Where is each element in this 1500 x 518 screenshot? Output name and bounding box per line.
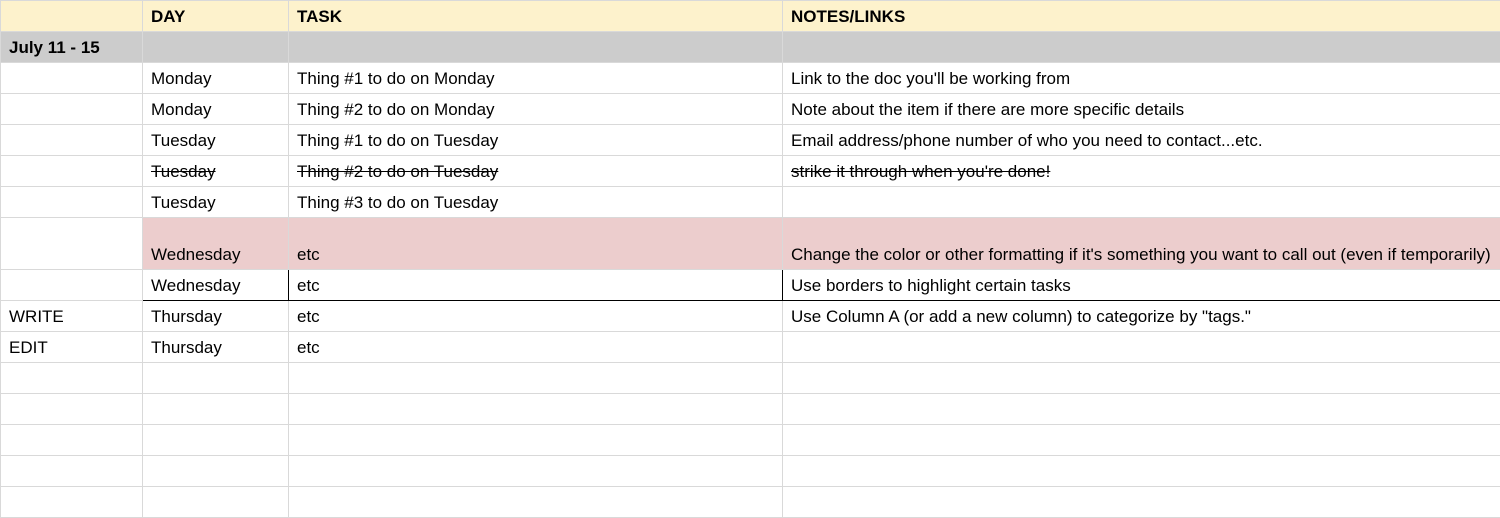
cell[interactable]: [143, 425, 289, 456]
cell-tag[interactable]: [1, 125, 143, 156]
cell[interactable]: [289, 456, 783, 487]
cell-notes[interactable]: [783, 332, 1500, 363]
cell[interactable]: [783, 363, 1500, 394]
table-row[interactable]: Monday Thing #1 to do on Monday Link to …: [1, 63, 1500, 94]
cell[interactable]: [143, 32, 289, 63]
cell[interactable]: [289, 487, 783, 518]
cell-notes[interactable]: strike it through when you're done!: [783, 156, 1500, 187]
cell-day[interactable]: Wednesday: [143, 270, 289, 301]
cell-day[interactable]: Monday: [143, 94, 289, 125]
table-row[interactable]: Tuesday Thing #3 to do on Tuesday: [1, 187, 1500, 218]
cell-day[interactable]: Wednesday: [143, 218, 289, 270]
cell-tag[interactable]: [1, 156, 143, 187]
cell[interactable]: [1, 487, 143, 518]
cell-notes[interactable]: Note about the item if there are more sp…: [783, 94, 1500, 125]
task-spreadsheet[interactable]: DAY TASK NOTES/LINKS July 11 - 15 Monday…: [0, 0, 1500, 518]
cell-day[interactable]: Thursday: [143, 332, 289, 363]
header-col-task[interactable]: TASK: [289, 1, 783, 32]
cell-notes[interactable]: Use Column A (or add a new column) to ca…: [783, 301, 1500, 332]
table-row-highlighted[interactable]: Wednesday etc Change the color or other …: [1, 218, 1500, 270]
cell-day[interactable]: Tuesday: [143, 125, 289, 156]
header-col-a[interactable]: [1, 1, 143, 32]
cell-tag[interactable]: WRITE: [1, 301, 143, 332]
cell[interactable]: [783, 425, 1500, 456]
cell-notes[interactable]: Change the color or other formatting if …: [783, 218, 1500, 270]
table-row-completed[interactable]: Tuesday Thing #2 to do on Tuesday strike…: [1, 156, 1500, 187]
cell-tag[interactable]: [1, 94, 143, 125]
header-row[interactable]: DAY TASK NOTES/LINKS: [1, 1, 1500, 32]
cell-tag[interactable]: [1, 270, 143, 301]
cell-task[interactable]: Thing #2 to do on Tuesday: [289, 156, 783, 187]
cell-task[interactable]: etc: [289, 332, 783, 363]
cell-tag[interactable]: EDIT: [1, 332, 143, 363]
cell[interactable]: [1, 425, 143, 456]
week-row[interactable]: July 11 - 15: [1, 32, 1500, 63]
table-row[interactable]: Monday Thing #2 to do on Monday Note abo…: [1, 94, 1500, 125]
cell[interactable]: [289, 394, 783, 425]
cell-tag[interactable]: [1, 63, 143, 94]
cell-notes[interactable]: Email address/phone number of who you ne…: [783, 125, 1500, 156]
cell-day[interactable]: Thursday: [143, 301, 289, 332]
header-col-notes[interactable]: NOTES/LINKS: [783, 1, 1500, 32]
cell-notes[interactable]: Use borders to highlight certain tasks: [783, 270, 1500, 301]
cell[interactable]: [783, 32, 1500, 63]
cell[interactable]: [143, 394, 289, 425]
cell-task[interactable]: Thing #1 to do on Tuesday: [289, 125, 783, 156]
table-row[interactable]: Tuesday Thing #1 to do on Tuesday Email …: [1, 125, 1500, 156]
table-row[interactable]: WRITE Thursday etc Use Column A (or add …: [1, 301, 1500, 332]
cell-task[interactable]: etc: [289, 301, 783, 332]
cell[interactable]: [1, 363, 143, 394]
cell[interactable]: [143, 363, 289, 394]
cell[interactable]: [289, 363, 783, 394]
empty-row[interactable]: [1, 394, 1500, 425]
cell[interactable]: [143, 487, 289, 518]
cell[interactable]: [289, 32, 783, 63]
empty-row[interactable]: [1, 425, 1500, 456]
empty-row[interactable]: [1, 363, 1500, 394]
table-row-bordered[interactable]: Wednesday etc Use borders to highlight c…: [1, 270, 1500, 301]
cell-notes[interactable]: Link to the doc you'll be working from: [783, 63, 1500, 94]
empty-row[interactable]: [1, 456, 1500, 487]
cell-day[interactable]: Monday: [143, 63, 289, 94]
cell[interactable]: [1, 394, 143, 425]
cell[interactable]: [289, 425, 783, 456]
header-col-day[interactable]: DAY: [143, 1, 289, 32]
cell[interactable]: [783, 487, 1500, 518]
cell-day[interactable]: Tuesday: [143, 187, 289, 218]
cell-notes[interactable]: [783, 187, 1500, 218]
cell-task[interactable]: Thing #3 to do on Tuesday: [289, 187, 783, 218]
cell[interactable]: [1, 456, 143, 487]
cell-tag[interactable]: [1, 218, 143, 270]
cell[interactable]: [143, 456, 289, 487]
cell-task[interactable]: Thing #2 to do on Monday: [289, 94, 783, 125]
cell-task[interactable]: etc: [289, 270, 783, 301]
cell[interactable]: [783, 394, 1500, 425]
cell-task[interactable]: etc: [289, 218, 783, 270]
table-row[interactable]: EDIT Thursday etc: [1, 332, 1500, 363]
cell-task[interactable]: Thing #1 to do on Monday: [289, 63, 783, 94]
cell[interactable]: [783, 456, 1500, 487]
week-label-cell[interactable]: July 11 - 15: [1, 32, 143, 63]
cell-day[interactable]: Tuesday: [143, 156, 289, 187]
cell-tag[interactable]: [1, 187, 143, 218]
empty-row[interactable]: [1, 487, 1500, 518]
